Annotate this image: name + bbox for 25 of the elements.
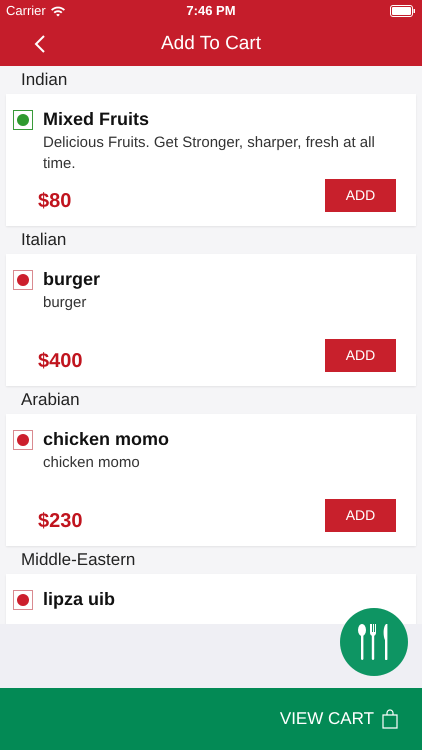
item-price: $80 — [38, 189, 72, 214]
item-description: chicken momo — [43, 453, 141, 473]
add-button[interactable]: ADD — [325, 338, 396, 372]
status-time: 7:46 PM — [186, 2, 236, 20]
wifi-icon — [50, 5, 66, 17]
item-name: chicken momo — [43, 428, 170, 451]
item-description: burger — [43, 293, 88, 313]
item-description: Delicious Fruits. Get Stronger, sharper, fresh at all time. — [43, 133, 376, 174]
add-button[interactable]: ADD — [325, 498, 396, 532]
add-button[interactable]: ADD — [325, 178, 396, 212]
section-title: Indian — [21, 69, 68, 92]
page-title: Add To Cart — [161, 32, 261, 56]
back-icon — [34, 34, 46, 54]
item-name: burger — [43, 268, 100, 291]
section-title: Arabian — [21, 389, 80, 412]
section-title: Italian — [21, 229, 66, 252]
battery-icon — [390, 5, 416, 17]
item-name: Mixed Fruits — [43, 108, 150, 131]
item-price: $400 — [38, 349, 82, 374]
section-title: Middle-Eastern — [21, 549, 136, 572]
item-price: $230 — [38, 509, 82, 534]
shopping-bag-icon — [382, 709, 398, 729]
view-cart-button[interactable]: VIEW CART — [0, 688, 422, 750]
carrier-label: Carrier — [6, 2, 46, 20]
item-name: lipza uib — [43, 588, 115, 611]
